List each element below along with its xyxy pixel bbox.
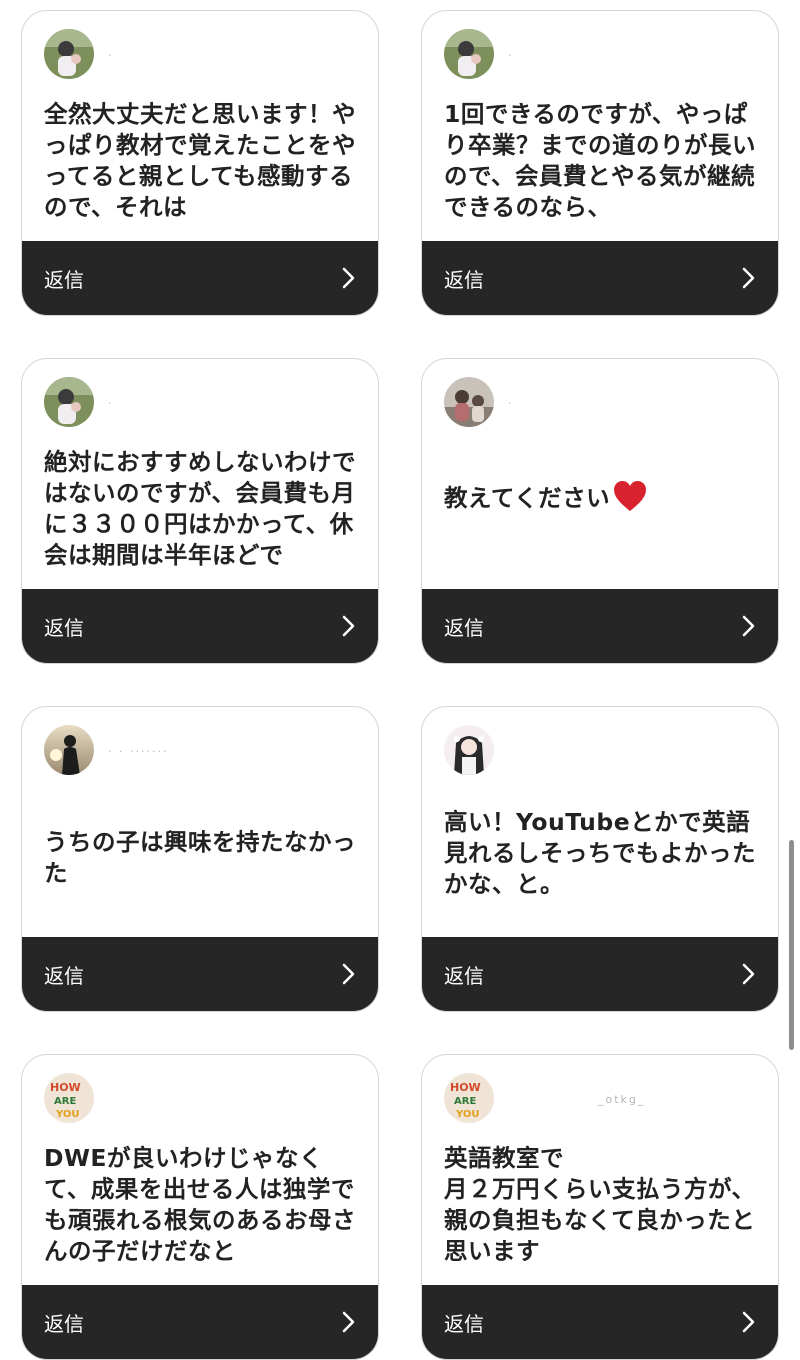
username: · xyxy=(508,397,514,410)
chevron-right-icon xyxy=(342,1311,355,1333)
reply-button[interactable]: 返信 xyxy=(422,589,778,663)
username: · xyxy=(108,49,114,62)
chevron-right-icon xyxy=(742,963,755,985)
reply-label: 返信 xyxy=(44,963,84,988)
story-reply-card: HOW ARE YOU DWEが良いわけじゃなくて、成果を出せる人は独学でも頑張… xyxy=(21,1054,379,1360)
story-reply-card: HOW ARE YOU _otkg_ 英語教室で 月２万円くらい支払う方が、親の… xyxy=(421,1054,779,1360)
reply-label: 返信 xyxy=(444,963,484,988)
reply-message: うちの子は興味を持たなかった xyxy=(44,828,356,887)
reply-message: 高い！YouTubeとかで英語見れるしそっちでもよかったかな、と。 xyxy=(444,808,756,898)
avatar[interactable]: HOW ARE YOU xyxy=(44,1073,94,1123)
reply-label: 返信 xyxy=(44,1311,84,1336)
story-reply-card: · 教えてください 返信 xyxy=(421,358,779,664)
svg-text:HOW: HOW xyxy=(50,1081,81,1094)
reply-button[interactable]: 返信 xyxy=(22,937,378,1011)
username: _otkg_ xyxy=(598,1093,646,1106)
reply-label: 返信 xyxy=(444,1311,484,1336)
chevron-right-icon xyxy=(742,267,755,289)
heart-icon xyxy=(614,481,647,511)
reply-label: 返信 xyxy=(444,615,484,640)
reply-message: 絶対におすすめしないわけではないのですが、会員費も月に３３００円はかかって、休会… xyxy=(44,448,356,569)
reply-label: 返信 xyxy=(44,615,84,640)
chevron-right-icon xyxy=(742,615,755,637)
svg-text:HOW: HOW xyxy=(450,1081,481,1094)
reply-button[interactable]: 返信 xyxy=(22,241,378,315)
reply-button[interactable]: 返信 xyxy=(422,1285,778,1359)
reply-message: 英語教室で 月２万円くらい支払う方が、親の負担もなくて良かったと思います xyxy=(444,1144,756,1265)
reply-button[interactable]: 返信 xyxy=(22,1285,378,1359)
reply-message: 1回できるのですが、やっぱり卒業？までの道のりが長いので、会員費とやる気が継続で… xyxy=(444,100,756,221)
chevron-right-icon xyxy=(742,1311,755,1333)
avatar[interactable] xyxy=(44,377,94,427)
story-reply-card: · · ······· うちの子は興味を持たなかった 返信 xyxy=(21,706,379,1012)
svg-text:ARE: ARE xyxy=(454,1096,476,1107)
reply-message: DWEが良いわけじゃなくて、成果を出せる人は独学でも頑張れる根気のあるお母さんの… xyxy=(44,1144,356,1265)
scrollbar[interactable] xyxy=(789,840,794,1050)
username: · · ······· xyxy=(108,745,169,758)
reply-button[interactable]: 返信 xyxy=(22,589,378,663)
chevron-right-icon xyxy=(342,963,355,985)
reply-button[interactable]: 返信 xyxy=(422,241,778,315)
reply-label: 返信 xyxy=(444,267,484,292)
story-reply-card: 高い！YouTubeとかで英語見れるしそっちでもよかったかな、と。 返信 xyxy=(421,706,779,1012)
avatar[interactable] xyxy=(444,725,494,775)
chevron-right-icon xyxy=(342,615,355,637)
reply-label: 返信 xyxy=(44,267,84,292)
reply-message: 全然大丈夫だと思います！やっぱり教材で覚えたことをやってると親としても感動するの… xyxy=(44,100,356,221)
story-reply-card: · 絶対におすすめしないわけではないのですが、会員費も月に３３００円はかかって、… xyxy=(21,358,379,664)
svg-text:YOU: YOU xyxy=(455,1109,480,1120)
chevron-right-icon xyxy=(342,267,355,289)
svg-text:ARE: ARE xyxy=(54,1096,76,1107)
avatar[interactable] xyxy=(44,29,94,79)
reply-message: 教えてください xyxy=(444,479,758,514)
avatar[interactable]: HOW ARE YOU xyxy=(444,1073,494,1123)
story-reply-card: · 全然大丈夫だと思います！やっぱり教材で覚えたことをやってると親としても感動す… xyxy=(21,10,379,316)
story-reply-card: · 1回できるのですが、やっぱり卒業？までの道のりが長いので、会員費とやる気が継… xyxy=(421,10,779,316)
avatar[interactable] xyxy=(444,377,494,427)
reply-button[interactable]: 返信 xyxy=(422,937,778,1011)
username: · xyxy=(508,49,514,62)
avatar[interactable] xyxy=(444,29,494,79)
svg-text:YOU: YOU xyxy=(55,1109,80,1120)
reply-message-text: 教えてください xyxy=(444,484,611,512)
avatar[interactable] xyxy=(44,725,94,775)
username: · xyxy=(108,397,114,410)
